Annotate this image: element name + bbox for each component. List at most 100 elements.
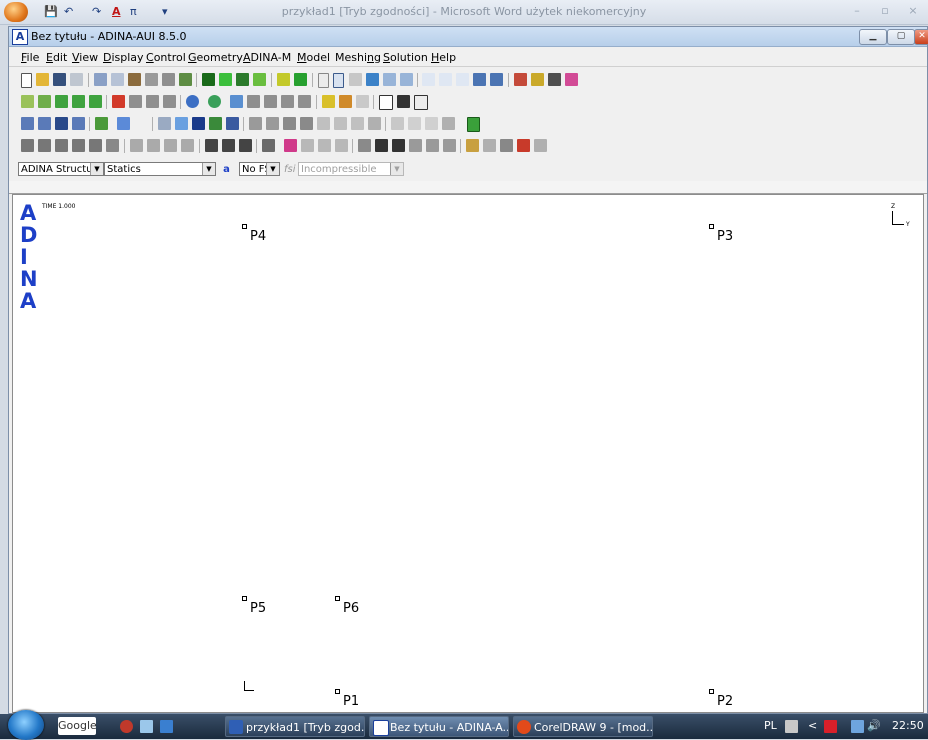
eye-icon[interactable] <box>158 117 171 130</box>
shading-icon[interactable] <box>38 117 51 130</box>
element-group-icon[interactable] <box>163 95 176 108</box>
fsi-select[interactable]: No FSI ▼ <box>239 162 280 176</box>
network-icon[interactable] <box>851 720 864 733</box>
mesh-density-icon[interactable] <box>281 95 294 108</box>
rotate-icon[interactable] <box>383 73 396 86</box>
point-marker-p2[interactable] <box>709 689 714 694</box>
program-module-select[interactable]: ADINA Structur ▼ <box>18 162 104 176</box>
previous-step-icon[interactable] <box>392 139 405 152</box>
reaction-icon[interactable] <box>72 139 85 152</box>
probe-icon[interactable] <box>500 139 513 152</box>
section-icon[interactable] <box>397 95 410 108</box>
antivirus-icon[interactable] <box>824 720 837 733</box>
point-icon[interactable] <box>21 95 34 108</box>
adina-maximize-button[interactable]: ▢ <box>887 29 915 45</box>
word-minimize-button[interactable]: – <box>846 3 868 19</box>
scale-icon[interactable] <box>318 139 331 152</box>
point-marker-p3[interactable] <box>709 224 714 229</box>
band-plot-icon[interactable] <box>531 73 544 86</box>
frame-icon[interactable] <box>249 117 262 130</box>
clear-all-icon[interactable] <box>534 139 547 152</box>
material-icon[interactable] <box>146 95 159 108</box>
unzoom-icon[interactable] <box>490 73 503 86</box>
tree-icon[interactable] <box>408 117 421 130</box>
rewind-icon[interactable] <box>375 139 388 152</box>
quicklaunch-opera-icon[interactable] <box>120 720 133 733</box>
menu-display[interactable]: Display <box>103 51 144 64</box>
taskbar-coreldraw-button[interactable]: CorelDRAW 9 - [mod... <box>513 716 653 737</box>
word-maximize-button[interactable]: ▫ <box>874 3 896 19</box>
element-set-icon[interactable] <box>339 95 352 108</box>
delete-icon[interactable] <box>145 73 158 86</box>
legend-icon[interactable] <box>301 139 314 152</box>
new-file-icon[interactable] <box>21 73 32 88</box>
list-icon[interactable] <box>130 139 143 152</box>
rotate-z-icon[interactable] <box>400 73 413 86</box>
vector-plot-icon[interactable] <box>55 139 68 152</box>
plot-icon[interactable] <box>277 73 290 86</box>
solver-icon[interactable] <box>294 73 307 86</box>
quicklaunch-explorer-icon[interactable] <box>140 720 153 733</box>
save-icon[interactable] <box>53 73 66 86</box>
save-porthole-icon[interactable] <box>236 73 249 86</box>
analysis-options-icon[interactable]: a <box>220 163 233 176</box>
movie-icon[interactable] <box>483 139 496 152</box>
pick-icon[interactable] <box>162 73 175 86</box>
fast-forward-icon[interactable] <box>426 139 439 152</box>
cut-plane-icon[interactable] <box>106 139 119 152</box>
pointer-icon[interactable] <box>333 73 344 88</box>
display-style-icon[interactable] <box>467 117 480 132</box>
vector-icon[interactable] <box>117 117 130 130</box>
word-close-button[interactable]: × <box>902 3 924 19</box>
time-icon[interactable] <box>262 139 275 152</box>
cut-surface-icon[interactable] <box>283 117 296 130</box>
model-tree-icon[interactable] <box>205 139 218 152</box>
first-step-icon[interactable] <box>358 139 371 152</box>
group-icon[interactable] <box>368 117 381 130</box>
start-button[interactable] <box>8 710 44 740</box>
zoom-in-icon[interactable] <box>422 73 435 86</box>
pan-icon[interactable] <box>366 73 379 86</box>
hidden-line-icon[interactable] <box>72 117 85 130</box>
last-step-icon[interactable] <box>443 139 456 152</box>
globe-icon[interactable] <box>186 95 199 108</box>
graphics-canvas[interactable]: A D I N A TIME 1.000 Z Y P4 P3 P5 P6 P1 … <box>12 194 924 713</box>
google-search-box[interactable]: Google <box>58 717 97 735</box>
load-icon[interactable] <box>129 95 142 108</box>
boundary-icon[interactable] <box>112 95 125 108</box>
taskbar-adina-button[interactable]: Bez tytułu - ADINA-A... <box>369 716 509 737</box>
point-marker-p6[interactable] <box>335 596 340 601</box>
taskbar-word-button[interactable]: przykład1 [Tryb zgod... <box>225 716 365 737</box>
surface-icon[interactable] <box>55 95 68 108</box>
deformed-icon[interactable] <box>21 139 34 152</box>
menu-adina-m[interactable]: ADINA-M <box>243 51 291 64</box>
language-indicator[interactable]: PL <box>764 719 777 732</box>
volume-icon[interactable]: 🔊 <box>867 719 881 732</box>
run-icon[interactable] <box>219 73 232 86</box>
menu-solution[interactable]: Solution <box>383 51 428 64</box>
menu-model[interactable]: Model <box>297 51 330 64</box>
point-marker-p1[interactable] <box>335 689 340 694</box>
person-icon[interactable] <box>179 73 192 86</box>
axes-icon[interactable] <box>230 95 243 108</box>
stack-icon[interactable] <box>425 117 438 130</box>
query-icon[interactable] <box>349 73 362 86</box>
adina-data-icon[interactable] <box>202 73 215 86</box>
grid-icon[interactable] <box>356 95 369 108</box>
extreme-icon[interactable] <box>147 139 160 152</box>
mesh-icon[interactable] <box>247 95 260 108</box>
trace-icon[interactable] <box>89 139 102 152</box>
check-icon[interactable] <box>253 73 266 86</box>
line-icon[interactable] <box>38 95 51 108</box>
adina-minimize-button[interactable]: ▁ <box>859 29 887 45</box>
solid-icon[interactable] <box>55 117 68 130</box>
next-step-icon[interactable] <box>409 139 422 152</box>
animate-icon[interactable] <box>466 139 479 152</box>
quicklaunch-desktop-icon[interactable] <box>160 720 173 733</box>
menu-geometry[interactable]: Geometry <box>188 51 243 64</box>
point-marker-p4[interactable] <box>242 224 247 229</box>
menu-meshing[interactable]: Meshing <box>335 51 381 64</box>
fit-icon[interactable] <box>473 73 486 86</box>
colorbar-icon[interactable] <box>284 139 297 152</box>
band-icon[interactable] <box>38 139 51 152</box>
